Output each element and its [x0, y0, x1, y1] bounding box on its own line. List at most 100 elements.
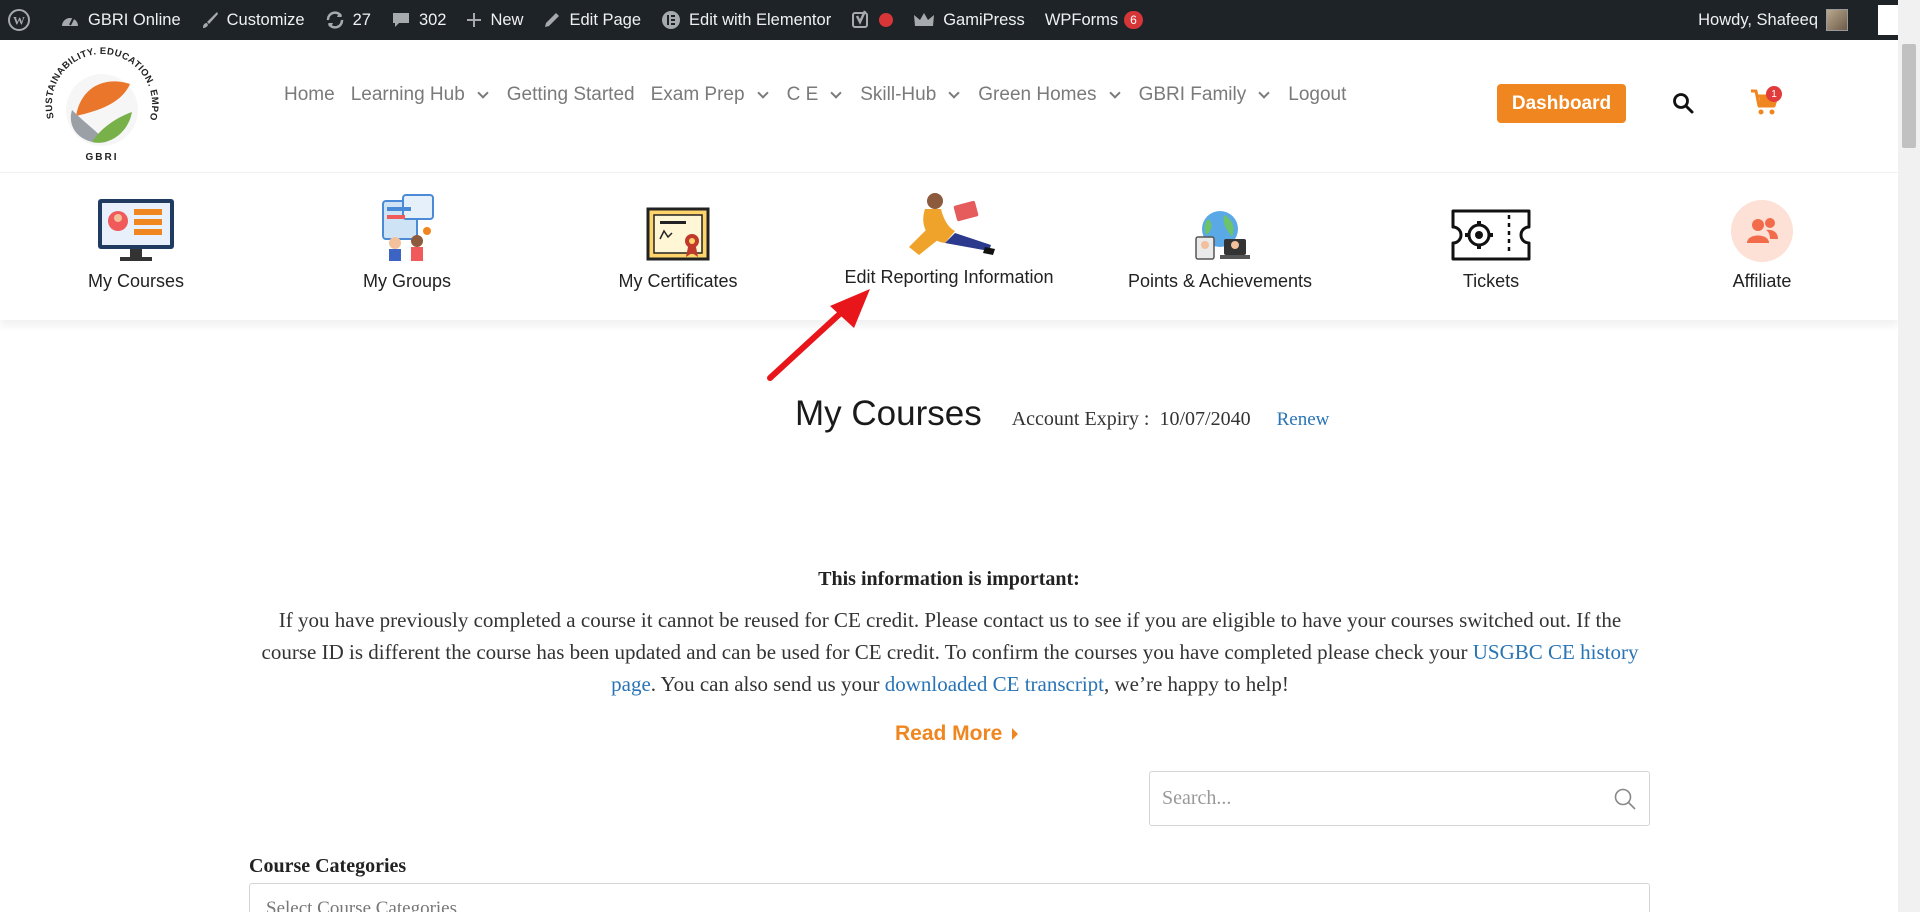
chevron-down-icon: [756, 86, 769, 99]
annotation-arrow-icon: [767, 289, 870, 381]
gamipress-link[interactable]: GamiPress: [903, 0, 1035, 40]
tile-tickets[interactable]: Tickets: [1381, 173, 1601, 321]
new-label: New: [490, 10, 524, 29]
course-categories-label: Course Categories: [249, 855, 407, 877]
nav-label: Logout: [1288, 84, 1347, 105]
nav-item-home[interactable]: Home: [284, 84, 335, 106]
user-avatar: [1826, 9, 1848, 31]
comment-icon: [392, 13, 409, 27]
site-header: SUSTAINABILITY. EDUCATION. EMPOWERMENT G…: [0, 38, 1898, 172]
certificate-icon: [568, 173, 788, 263]
tile-label: My Groups: [362, 271, 452, 291]
nav-item-skill-hub[interactable]: Skill-Hub: [860, 84, 962, 106]
tile-my-groups[interactable]: My Groups: [297, 173, 517, 321]
search-icon[interactable]: [1613, 787, 1637, 811]
info-heading: This information is important:: [818, 568, 1080, 590]
group-icon: [297, 173, 517, 263]
cart-count-badge: 1: [1766, 86, 1782, 102]
nav-item-learning-hub[interactable]: Learning Hub: [351, 84, 491, 106]
my-account-link[interactable]: Howdy, Shafeeq: [1688, 0, 1858, 40]
updates-link[interactable]: 27: [315, 0, 381, 40]
wpforms-badge: 6: [1124, 11, 1143, 29]
renew-link[interactable]: Renew: [1277, 409, 1330, 431]
caret-right-icon: [1012, 728, 1019, 740]
wpforms-label: WPForms: [1044, 10, 1119, 29]
users-icon: [1652, 173, 1872, 263]
ce-transcript-link[interactable]: downloaded CE transcript: [885, 672, 1104, 696]
read-more-label: Read More: [895, 722, 1003, 745]
main-nav: Home Learning Hub Getting Started Exam P…: [284, 80, 1362, 110]
site-name: GBRI Online: [88, 10, 181, 29]
nav-label: Home: [284, 84, 335, 105]
course-categories-select[interactable]: Select Course Categories: [249, 883, 1650, 912]
nav-label: Exam Prep: [650, 84, 745, 105]
edit-page-label: Edit Page: [569, 10, 642, 29]
wordpress-logo-icon[interactable]: W: [0, 0, 50, 40]
nav-item-gbri-family[interactable]: GBRI Family: [1139, 84, 1273, 106]
info-paragraph: If you have previously completed a cours…: [250, 604, 1650, 700]
yoast-icon: [852, 10, 869, 28]
person-reading-icon: [839, 173, 1059, 259]
tile-label: Affiliate: [1732, 271, 1792, 291]
course-search: [1149, 771, 1650, 826]
course-search-input[interactable]: [1150, 772, 1590, 825]
page-heading-row: My Courses Account Expiry : 10/07/2040 R…: [795, 394, 1329, 434]
nav-label: Green Homes: [978, 84, 1097, 105]
logo-short-text: GBRI: [86, 152, 119, 163]
tile-label: Tickets: [1462, 271, 1520, 291]
chevron-down-icon: [1108, 86, 1121, 99]
nav-label: GBRI Family: [1138, 84, 1247, 105]
nav-item-ce[interactable]: C E: [787, 84, 845, 106]
tile-label: My Certificates: [618, 271, 738, 291]
account-expiry-label: Account Expiry :: [1011, 408, 1150, 430]
computer-icon: [26, 173, 246, 263]
nav-label: Learning Hub: [350, 84, 465, 105]
tile-my-courses[interactable]: My Courses: [26, 173, 246, 321]
crown-icon: [914, 13, 935, 26]
howdy-label: Howdy, Shafeeq: [1698, 10, 1818, 29]
edit-elementor-label: Edit with Elementor: [689, 10, 832, 29]
chevron-down-icon: [948, 86, 960, 99]
edit-elementor-link[interactable]: Edit with Elementor: [651, 0, 841, 40]
pencil-icon: [545, 13, 560, 27]
tile-my-certificates[interactable]: My Certificates: [568, 173, 788, 321]
refresh-icon: [326, 11, 343, 29]
account-shortcuts: My Courses My Groups My Certificates Edi…: [0, 172, 1898, 320]
seo-status-dot: [879, 13, 894, 27]
nav-label: C E: [786, 84, 819, 105]
nav-label: Getting Started: [506, 84, 635, 105]
site-name-link[interactable]: GBRI Online: [50, 0, 191, 40]
read-more-link[interactable]: Read More: [895, 722, 1019, 746]
tile-label: My Courses: [87, 271, 185, 291]
nav-label: Skill-Hub: [860, 84, 937, 105]
gbri-logo[interactable]: SUSTAINABILITY. EDUCATION. EMPOWERMENT G…: [31, 38, 168, 168]
tile-points-achievements[interactable]: Points & Achievements: [1110, 173, 1330, 321]
tile-label: Points & Achievements: [1127, 271, 1313, 291]
globe-people-icon: [1110, 173, 1330, 263]
plus-icon: [467, 13, 482, 27]
customize-label: Customize: [226, 10, 305, 29]
customize-link[interactable]: Customize: [191, 0, 315, 40]
page-title: My Courses: [795, 394, 982, 433]
nav-item-getting-started[interactable]: Getting Started: [507, 84, 635, 106]
comments-count: 302: [418, 10, 447, 29]
wpforms-link[interactable]: WPForms 6: [1035, 0, 1153, 40]
info-text: . You can also send us your: [650, 672, 885, 696]
chevron-down-icon: [830, 86, 842, 99]
new-content-link[interactable]: New: [456, 0, 533, 40]
comments-link[interactable]: 302: [381, 0, 457, 40]
yoast-link[interactable]: [841, 0, 903, 40]
scrollbar-thumb[interactable]: [1902, 44, 1916, 148]
updates-count: 27: [352, 10, 371, 29]
brush-icon: [202, 12, 218, 28]
edit-page-link[interactable]: Edit Page: [533, 0, 651, 40]
nav-item-green-homes[interactable]: Green Homes: [978, 84, 1122, 106]
elementor-icon: [662, 11, 681, 29]
nav-item-exam-prep[interactable]: Exam Prep: [651, 84, 771, 106]
account-expiry-date: 10/07/2040: [1159, 408, 1251, 430]
dashboard-button[interactable]: Dashboard: [1497, 84, 1626, 123]
search-icon[interactable]: [1672, 92, 1694, 119]
nav-item-logout[interactable]: Logout: [1288, 84, 1346, 106]
tile-affiliate[interactable]: Affiliate: [1652, 173, 1872, 321]
chevron-down-icon: [477, 86, 489, 99]
